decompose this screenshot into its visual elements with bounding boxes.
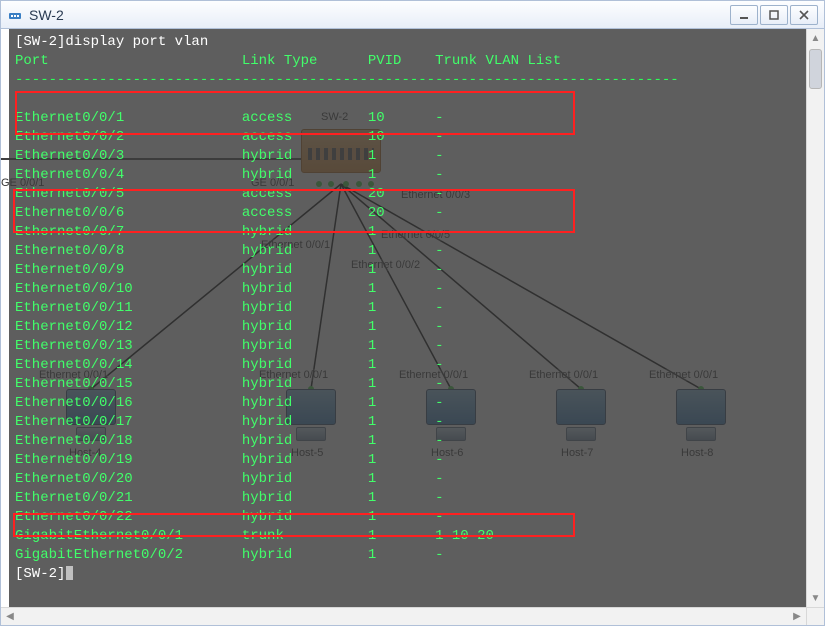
maximize-button[interactable]: [760, 5, 788, 25]
vertical-scrollbar[interactable]: ▲ ▼: [806, 29, 824, 607]
terminal[interactable]: [SW-2]display port vlan Port Link Type P…: [1, 29, 806, 607]
scroll-down-arrow[interactable]: ▼: [807, 589, 824, 607]
scroll-thumb-vertical[interactable]: [809, 49, 822, 89]
scroll-left-arrow[interactable]: ◀: [1, 608, 19, 625]
minimize-button[interactable]: [730, 5, 758, 25]
scroll-up-arrow[interactable]: ▲: [807, 29, 824, 47]
scroll-right-arrow[interactable]: ▶: [788, 608, 806, 625]
app-icon: [7, 7, 23, 23]
scrollbar-corner: [806, 607, 824, 625]
content-area: SW-2 GE 0/0/1 GE 0/0/1 Ethernet 0/0/3 Et…: [1, 29, 824, 625]
app-window: SW-2: [0, 0, 825, 626]
horizontal-scrollbar[interactable]: ◀ ▶: [1, 607, 806, 625]
window-title: SW-2: [29, 7, 730, 23]
close-button[interactable]: [790, 5, 818, 25]
window-controls: [730, 5, 818, 25]
titlebar[interactable]: SW-2: [1, 1, 824, 29]
terminal-text: [SW-2]display port vlan Port Link Type P…: [9, 29, 806, 607]
